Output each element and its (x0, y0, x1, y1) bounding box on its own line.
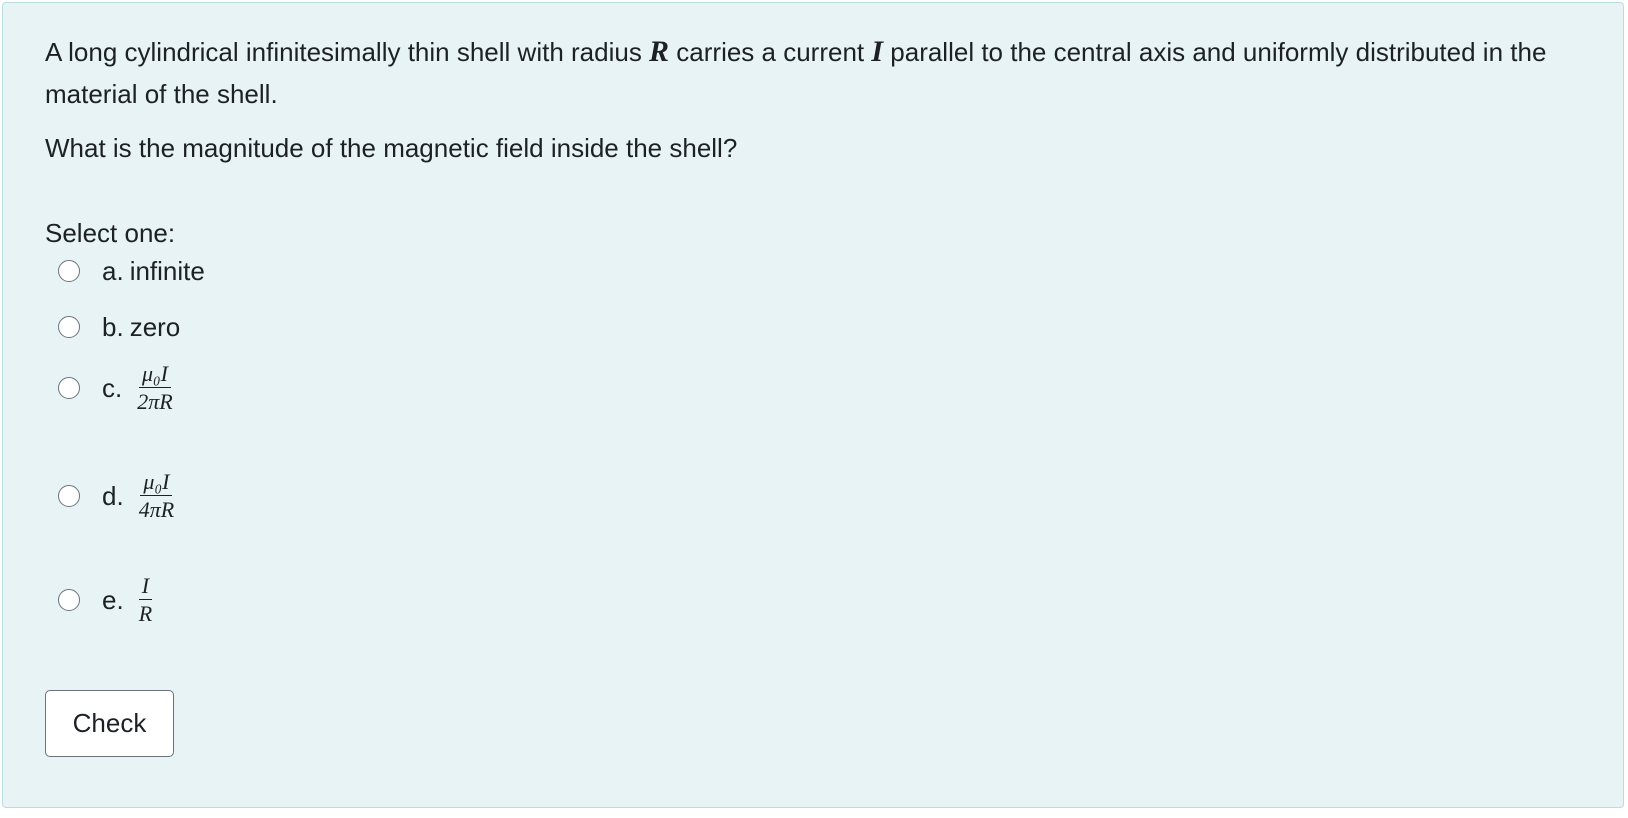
current-variable: I (871, 35, 884, 68)
option-d-letter: d. (102, 481, 124, 511)
question-statement: A long cylindrical infinitesimally thin … (45, 31, 1585, 115)
statement-part-1: A long cylindrical infinitesimally thin … (45, 37, 650, 67)
radio-option-b[interactable] (58, 316, 80, 338)
option-d-numerator: μ₀I (140, 470, 173, 496)
question-text: A long cylindrical infinitesimally thin … (45, 31, 1585, 169)
option-e-fraction: I R (136, 574, 155, 626)
option-c[interactable]: c. μ₀I 2πR (58, 358, 176, 418)
option-c-letter: c. (102, 373, 123, 403)
radio-option-d[interactable] (58, 485, 80, 507)
option-b-text: zero (129, 312, 181, 342)
option-c-denominator: 2πR (137, 389, 173, 414)
option-e-letter: e. (102, 585, 124, 615)
option-d-denominator: 4πR (138, 497, 175, 522)
option-c-fraction: μ₀I 2πR (134, 362, 175, 414)
option-a-letter: a. (102, 256, 124, 286)
radio-option-e[interactable] (58, 589, 80, 611)
option-b-letter: b. (102, 312, 124, 342)
radio-option-c[interactable] (58, 377, 80, 399)
radius-variable: R (649, 35, 670, 68)
check-button[interactable]: Check (45, 690, 174, 757)
option-e-denominator: R (138, 601, 153, 626)
question-prompt: What is the magnitude of the magnetic fi… (45, 133, 738, 163)
option-e-numerator: I (138, 574, 153, 600)
option-b[interactable]: b. zero (58, 297, 180, 357)
option-c-numerator: μ₀I (138, 362, 171, 388)
option-e[interactable]: e. I R (58, 570, 155, 630)
option-d[interactable]: d. μ₀I 4πR (58, 466, 177, 526)
statement-part-2: carries a current (669, 37, 872, 67)
option-a[interactable]: a. infinite (58, 241, 205, 301)
option-d-fraction: μ₀I 4πR (136, 470, 177, 522)
radio-option-a[interactable] (58, 260, 80, 282)
question-panel: A long cylindrical infinitesimally thin … (2, 2, 1624, 808)
option-a-text: infinite (129, 256, 205, 286)
